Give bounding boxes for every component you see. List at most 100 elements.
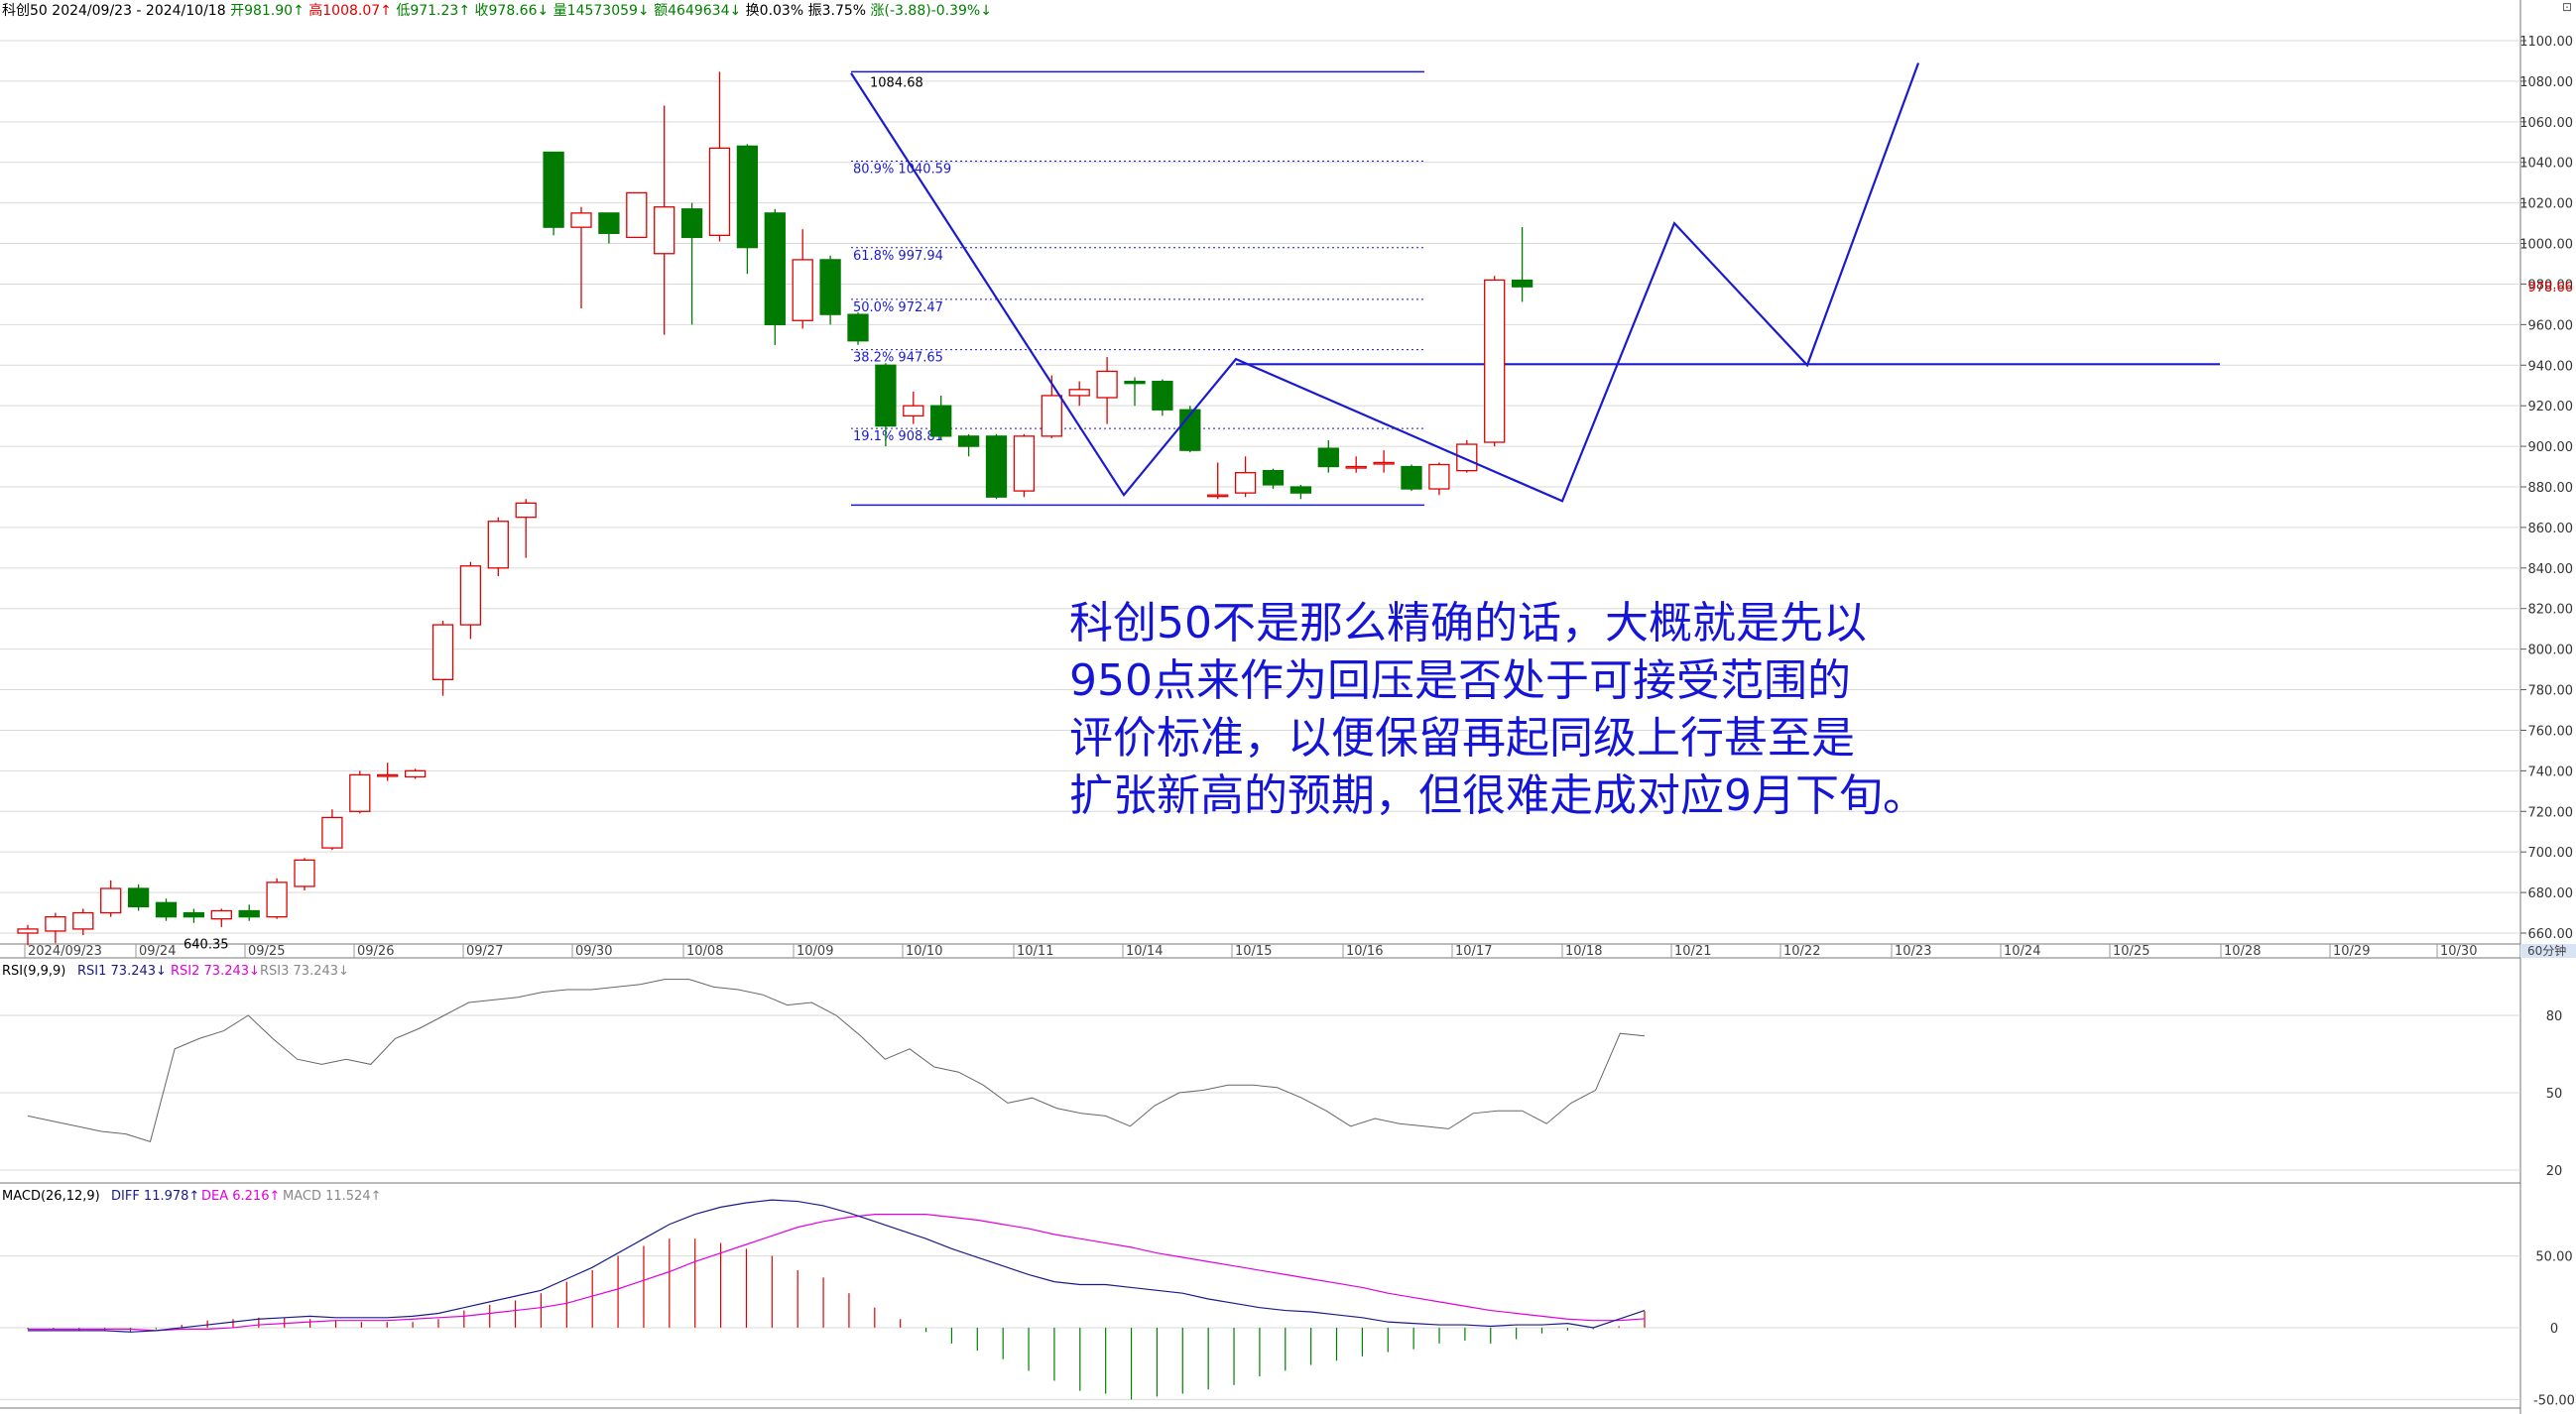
candle-body	[1289, 486, 1312, 494]
amplitude: 振3.75%	[807, 3, 867, 19]
candle-body	[1013, 435, 1036, 492]
low-price: 低971.23↑	[396, 3, 471, 19]
candle-body	[1234, 472, 1257, 494]
candle-body	[847, 313, 869, 342]
high-price: 高1008.07↑	[308, 3, 392, 19]
candle-body	[1207, 494, 1229, 498]
y-tick-label: 940.00	[2528, 359, 2574, 374]
x-tick-label: 09/25	[248, 944, 285, 959]
y-tick-label: 1020.00	[2519, 197, 2573, 212]
candle-body	[17, 928, 39, 934]
y-tick-label: 1000.00	[2519, 238, 2573, 253]
candle-body	[1096, 370, 1118, 399]
candle-body	[45, 915, 66, 932]
y-tick-label: 1100.00	[2519, 35, 2573, 50]
x-tick-label: 10/10	[906, 944, 942, 959]
period-label: 60分钟	[2527, 943, 2566, 958]
candle-body	[654, 206, 675, 255]
macd-tick-label: 0	[2550, 1322, 2558, 1337]
turnover: 换0.03%	[745, 3, 804, 19]
high-value-label: 1084.68	[870, 75, 923, 90]
date-range: 2024/09/23 - 2024/10/18	[52, 3, 226, 19]
fib-level-label: 61.8% 997.94	[853, 249, 943, 264]
macd-tick-label: 50.00	[2535, 1250, 2572, 1265]
y-tick-label: 800.00	[2528, 644, 2574, 658]
candle-body	[1373, 461, 1395, 465]
y-tick-label: 1080.00	[2519, 75, 2573, 90]
fib-level-label: 38.2% 947.65	[853, 351, 943, 366]
x-tick-label: 10/23	[1895, 944, 1931, 959]
candle-body	[1428, 463, 1450, 490]
candle-body	[792, 259, 813, 321]
candle-body	[543, 151, 564, 228]
candle-body	[764, 212, 786, 326]
y-tick-label: 680.00	[2528, 886, 2574, 901]
y-tick-label: 960.00	[2528, 318, 2574, 333]
diff-legend: DIFF 11.978↑	[111, 1189, 199, 1204]
stock-name: 科创50	[2, 3, 48, 19]
y-tick-label: 760.00	[2528, 724, 2574, 739]
y-tick-label: 780.00	[2528, 684, 2574, 699]
candle-body	[266, 882, 288, 918]
x-tick-label: 10/14	[1126, 944, 1163, 959]
candle-body	[72, 911, 94, 930]
volume: 量14573059↓	[552, 3, 650, 19]
candle-body	[294, 859, 315, 887]
y-tick-label: 700.00	[2528, 846, 2574, 861]
x-tick-label: 10/11	[1017, 944, 1053, 959]
candle-body	[626, 191, 648, 239]
y-tick-label: 860.00	[2528, 522, 2574, 536]
candle-body	[1484, 279, 1506, 443]
change: 涨(-3.88)-0.39%↓	[870, 3, 992, 19]
y-tick-label: 900.00	[2528, 440, 2574, 455]
x-tick-label: 10/22	[1783, 944, 1820, 959]
y-tick-label: 1060.00	[2519, 116, 2573, 131]
candle-body	[598, 212, 620, 234]
candle-body	[1124, 380, 1146, 385]
candle-body	[459, 565, 482, 626]
fib-level-label: 50.0% 972.47	[853, 300, 943, 315]
quote-header: 科创50 2024/09/23 - 2024/10/18 开981.90↑ 高1…	[2, 0, 992, 20]
rsi3-legend: RSI3 73.243↓	[260, 964, 349, 979]
y-tick-label: 740.00	[2528, 765, 2574, 779]
last-price-label: 978.66	[2528, 281, 2574, 295]
macd-tick-label: -50.00	[2533, 1393, 2575, 1408]
x-tick-label: 10/30	[2440, 944, 2477, 959]
y-tick-label: 1040.00	[2519, 157, 2573, 172]
y-tick-label: 720.00	[2528, 805, 2574, 820]
candle-body	[377, 773, 399, 777]
candle-body	[1511, 279, 1533, 288]
x-tick-label: 10/17	[1455, 944, 1492, 959]
dea-legend: DEA 6.216↑	[201, 1189, 280, 1204]
close-price: 收978.66↓	[474, 3, 550, 19]
macd-legend: MACD 11.524↑	[283, 1189, 381, 1204]
x-tick-label: 10/28	[2224, 944, 2261, 959]
y-tick-label: 660.00	[2528, 927, 2574, 942]
candle-body	[819, 259, 841, 315]
x-tick-label: 09/24	[139, 944, 176, 959]
candle-body	[875, 364, 897, 427]
candle-body	[404, 769, 427, 778]
candle-body	[1068, 389, 1090, 397]
candle-body	[957, 435, 980, 447]
x-tick-label: 10/24	[2004, 944, 2040, 959]
low-value-label: 640.35	[184, 937, 229, 952]
x-tick-label: 10/09	[797, 944, 833, 959]
annotation-line: 科创50不是那么精确的话，大概就是先以	[1069, 598, 1867, 648]
x-tick-label: 10/18	[1565, 944, 1602, 959]
candle-body	[155, 901, 178, 918]
fib-level-label: 19.1% 908.81	[853, 429, 943, 444]
x-tick-label: 10/21	[1674, 944, 1711, 959]
annotation-line: 评价标准，以便保留再起同级上行甚至是	[1069, 713, 1855, 764]
candle-body	[930, 405, 952, 437]
candle-body	[183, 911, 205, 918]
x-tick-label: 10/15	[1235, 944, 1272, 959]
rsi-tick-label: 50	[2546, 1087, 2563, 1102]
y-tick-label: 840.00	[2528, 562, 2574, 577]
expand-icon[interactable]: ⊡	[2562, 0, 2572, 14]
rsi-title: RSI(9,9,9)	[2, 964, 65, 979]
x-tick-label: 10/08	[686, 944, 723, 959]
candle-body	[515, 502, 537, 519]
candle-body	[1041, 395, 1062, 437]
candle-body	[985, 435, 1008, 498]
